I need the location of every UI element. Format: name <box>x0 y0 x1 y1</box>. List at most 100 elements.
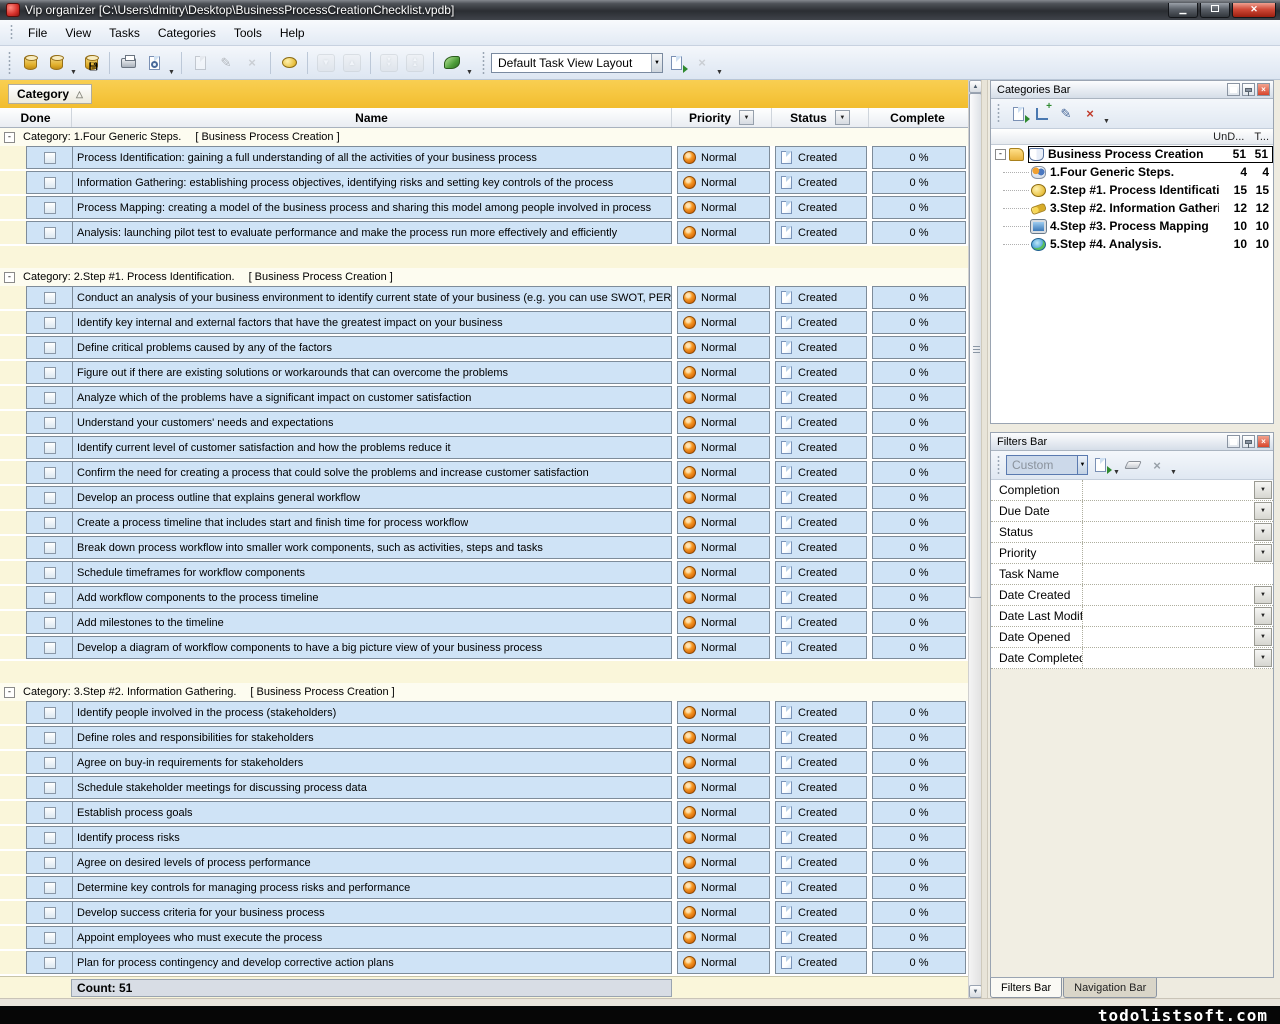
chevron-down-icon[interactable]: ▼ <box>465 69 474 79</box>
undone-column-header[interactable]: UnD... <box>1213 131 1244 143</box>
delete-category-button[interactable]: × <box>1078 103 1102 125</box>
collapse-group-button[interactable]: - <box>4 687 15 698</box>
menu-item-tools[interactable]: Tools <box>225 22 271 44</box>
column-header-complete[interactable]: Complete <box>869 108 966 127</box>
column-header-status[interactable]: Status▼ <box>772 108 869 127</box>
delete-task-button[interactable]: × <box>240 51 264 75</box>
close-button[interactable]: ✕ <box>1232 3 1276 18</box>
minimize-button[interactable]: ▁ <box>1168 3 1198 18</box>
restore-button[interactable] <box>1200 3 1230 18</box>
open-database-button[interactable] <box>44 51 68 75</box>
priority-filter-button[interactable]: ▼ <box>739 110 754 125</box>
print-button[interactable] <box>116 51 140 75</box>
column-header-priority[interactable]: Priority▼ <box>672 108 772 127</box>
panel-restore-button[interactable] <box>1227 435 1240 448</box>
panel-close-button[interactable]: × <box>1257 83 1270 96</box>
tree-item[interactable]: 3.Step #2. Information Gathering.1212 <box>991 199 1273 217</box>
combobox-dropdown-button[interactable]: ▼ <box>651 54 662 72</box>
filter-value-field[interactable] <box>1083 522 1253 542</box>
panel-pin-button[interactable] <box>1242 83 1255 96</box>
task-done-checkbox[interactable] <box>44 442 56 454</box>
filter-value-field[interactable] <box>1083 543 1253 563</box>
menu-item-file[interactable]: File <box>19 22 56 44</box>
task-done-checkbox[interactable] <box>44 882 56 894</box>
task-done-checkbox[interactable] <box>44 317 56 329</box>
notes-button[interactable] <box>440 51 464 75</box>
remove-filter-button[interactable]: × <box>1145 454 1169 476</box>
task-done-checkbox[interactable] <box>44 202 56 214</box>
edit-task-button[interactable]: ✎ <box>214 51 238 75</box>
filter-value-field[interactable] <box>1083 501 1253 521</box>
task-done-checkbox[interactable] <box>44 807 56 819</box>
task-done-checkbox[interactable] <box>44 152 56 164</box>
edit-category-button[interactable]: ✎ <box>1054 103 1078 125</box>
panel-close-button[interactable]: × <box>1257 435 1270 448</box>
filter-dropdown-button[interactable]: ▼ <box>1254 502 1272 520</box>
apply-layout-button[interactable] <box>664 51 688 75</box>
tree-item[interactable]: 5.Step #4. Analysis.1010 <box>991 235 1273 253</box>
task-done-checkbox[interactable] <box>44 567 56 579</box>
combobox-dropdown-button[interactable]: ▼ <box>1077 456 1087 474</box>
collapse-group-button[interactable]: - <box>4 272 15 283</box>
filter-dropdown-button[interactable]: ▼ <box>1254 628 1272 646</box>
tab-navigation-bar[interactable]: Navigation Bar <box>1063 978 1157 998</box>
chevron-down-icon[interactable]: ▼ <box>1102 118 1111 128</box>
tab-filters-bar[interactable]: Filters Bar <box>990 978 1062 998</box>
delete-layout-button[interactable]: × <box>690 51 714 75</box>
move-down-button[interactable]: ▼ <box>314 51 338 75</box>
task-done-checkbox[interactable] <box>44 292 56 304</box>
filter-dropdown-button[interactable]: ▼ <box>1254 586 1272 604</box>
tree-item[interactable]: -Business Process Creation5151 <box>991 145 1273 163</box>
collapse-tree-button[interactable]: - <box>995 149 1006 160</box>
task-done-checkbox[interactable] <box>44 932 56 944</box>
filter-value-field[interactable] <box>1083 606 1253 626</box>
new-subcategory-button[interactable] <box>1030 103 1054 125</box>
task-done-checkbox[interactable] <box>44 227 56 239</box>
task-done-checkbox[interactable] <box>44 592 56 604</box>
task-done-checkbox[interactable] <box>44 492 56 504</box>
menu-item-view[interactable]: View <box>56 22 100 44</box>
load-filter-button[interactable] <box>1088 454 1112 476</box>
task-done-checkbox[interactable] <box>44 707 56 719</box>
menu-item-help[interactable]: Help <box>271 22 314 44</box>
chevron-down-icon[interactable]: ▼ <box>1112 469 1121 479</box>
task-done-checkbox[interactable] <box>44 542 56 554</box>
filter-dropdown-button[interactable]: ▼ <box>1254 523 1272 541</box>
menu-item-tasks[interactable]: Tasks <box>100 22 149 44</box>
column-header-name[interactable]: Name <box>72 108 672 127</box>
save-database-button[interactable]: 💾︎ <box>79 51 103 75</box>
filter-value-field[interactable] <box>1083 564 1253 584</box>
clear-filter-button[interactable] <box>1121 454 1145 476</box>
move-up-button[interactable]: ▲ <box>340 51 364 75</box>
task-done-checkbox[interactable] <box>44 467 56 479</box>
task-done-checkbox[interactable] <box>44 617 56 629</box>
task-done-checkbox[interactable] <box>44 367 56 379</box>
vertical-scrollbar[interactable]: ▲ ▼ <box>968 80 981 998</box>
task-done-checkbox[interactable] <box>44 342 56 354</box>
filter-dropdown-button[interactable]: ▼ <box>1254 607 1272 625</box>
filter-dropdown-button[interactable]: ▼ <box>1254 649 1272 667</box>
filter-preset-combobox[interactable]: Custom ▼ <box>1006 455 1088 475</box>
status-filter-button[interactable]: ▼ <box>835 110 850 125</box>
tree-item[interactable]: 4.Step #3. Process Mapping1010 <box>991 217 1273 235</box>
new-database-button[interactable] <box>18 51 42 75</box>
task-done-checkbox[interactable] <box>44 757 56 769</box>
task-done-checkbox[interactable] <box>44 417 56 429</box>
task-done-checkbox[interactable] <box>44 177 56 189</box>
task-done-checkbox[interactable] <box>44 642 56 654</box>
task-done-checkbox[interactable] <box>44 957 56 969</box>
chevron-down-icon[interactable]: ▼ <box>167 69 176 79</box>
group-by-category-button[interactable]: Category △ <box>8 84 92 104</box>
panel-splitter[interactable] <box>981 80 988 998</box>
new-category-button[interactable] <box>1006 103 1030 125</box>
filter-value-field[interactable] <box>1083 585 1253 605</box>
move-bottom-button[interactable]: ▼▼ <box>377 51 401 75</box>
panel-restore-button[interactable] <box>1227 83 1240 96</box>
chevron-down-icon[interactable]: ▼ <box>1169 469 1178 479</box>
task-done-checkbox[interactable] <box>44 517 56 529</box>
menu-item-categories[interactable]: Categories <box>149 22 225 44</box>
task-done-checkbox[interactable] <box>44 732 56 744</box>
total-column-header[interactable]: T... <box>1254 131 1269 143</box>
collapse-group-button[interactable]: - <box>4 132 15 143</box>
print-preview-button[interactable] <box>142 51 166 75</box>
